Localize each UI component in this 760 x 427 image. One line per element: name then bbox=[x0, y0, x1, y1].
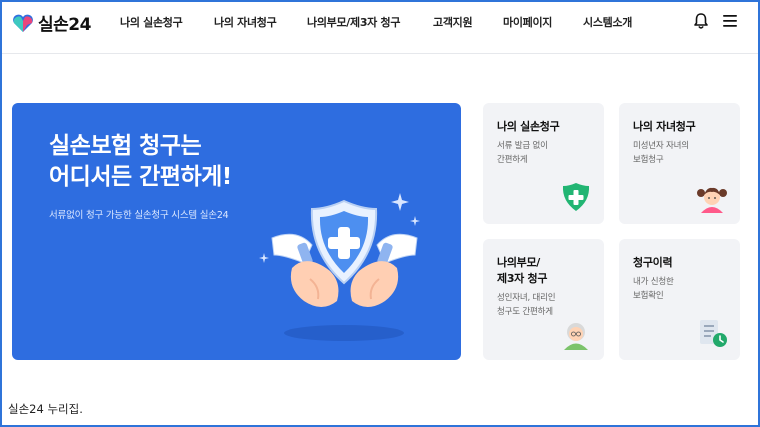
card-title: 나의부모/ 제3자 청구 bbox=[497, 256, 548, 285]
brand-logo[interactable]: 실손24 bbox=[12, 10, 91, 35]
card-description: 내가 신청한 보험확인 bbox=[633, 277, 674, 301]
nav-child-claim[interactable]: 나의 자녀청구 bbox=[214, 14, 277, 30]
hero-title: 실손보험 청구는 어디서든 간편하게! bbox=[49, 133, 232, 190]
card-parent-third-party-claim[interactable]: 나의부모/ 제3자 청구 성인자녀, 대리인 청구도 간편하게 bbox=[483, 239, 604, 360]
site-header: 실손24 나의 실손청구 나의 자녀청구 나의부모/제3자 청구 고객지원 마이… bbox=[2, 2, 758, 42]
card-my-claim[interactable]: 나의 실손청구 서류 발급 없이 간편하게 bbox=[483, 103, 604, 224]
card-title: 청구이력 bbox=[633, 256, 673, 269]
image-caption: 실손24 누리집. bbox=[8, 402, 83, 416]
hands-holding-shield-illustration bbox=[259, 193, 420, 341]
bell-icon[interactable] bbox=[693, 12, 709, 30]
card-description: 서류 발급 없이 간편하게 bbox=[497, 141, 548, 165]
hero-subtitle: 서류없이 청구 가능한 실손청구 시스템 실손24 bbox=[49, 210, 229, 221]
heart-logo-icon bbox=[13, 14, 33, 32]
brand-name: 실손24 bbox=[38, 15, 91, 35]
card-title: 나의 실손청구 bbox=[497, 120, 560, 133]
card-child-claim[interactable]: 나의 자녀청구 미성년자 자녀의 보험청구 bbox=[619, 103, 740, 224]
nav-my-page[interactable]: 마이페이지 bbox=[503, 14, 552, 30]
hero-banner: 실손보험 청구는 어디서든 간편하게! 서류없이 청구 가능한 실손청구 시스템… bbox=[12, 103, 461, 360]
card-description: 미성년자 자녀의 보험청구 bbox=[633, 141, 689, 165]
card-claim-history[interactable]: 청구이력 내가 신청한 보험확인 bbox=[619, 239, 740, 360]
nav-customer-support[interactable]: 고객지원 bbox=[433, 14, 473, 30]
child-avatar-icon bbox=[697, 187, 727, 213]
nav-my-claim[interactable]: 나의 실손청구 bbox=[120, 14, 183, 30]
page: 실손24 나의 실손청구 나의 자녀청구 나의부모/제3자 청구 고객지원 마이… bbox=[2, 2, 758, 425]
card-description: 성인자녀, 대리인 청구도 간편하게 bbox=[497, 293, 556, 317]
nav-parent-third-party-claim[interactable]: 나의부모/제3자 청구 bbox=[307, 14, 400, 30]
card-title: 나의 자녀청구 bbox=[633, 120, 696, 133]
hamburger-menu-icon[interactable] bbox=[722, 12, 738, 30]
header-divider bbox=[2, 53, 758, 54]
elder-avatar-icon bbox=[564, 323, 588, 350]
nav-system-intro[interactable]: 시스템소개 bbox=[583, 14, 632, 30]
document-clock-icon bbox=[700, 320, 727, 347]
green-shield-plus-icon bbox=[562, 183, 590, 211]
